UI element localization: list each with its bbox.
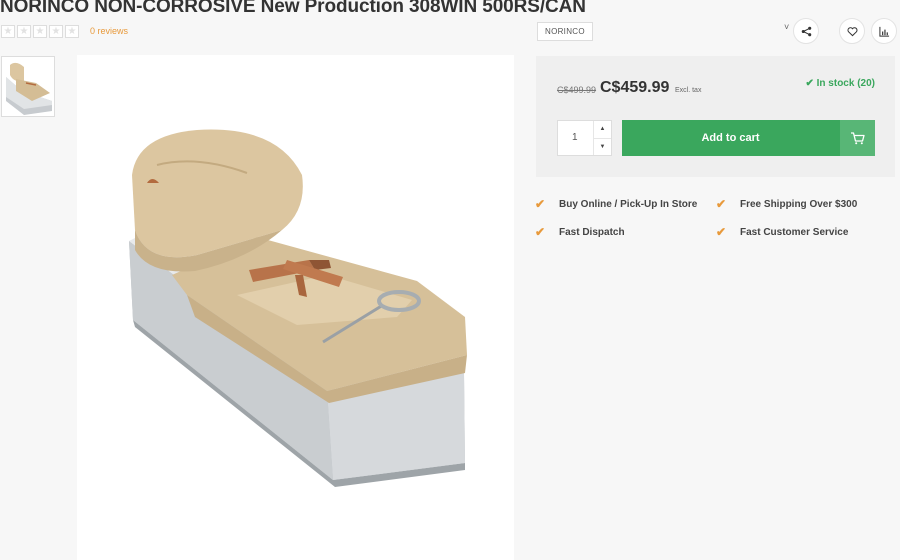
add-to-cart-button[interactable]: Add to cart <box>622 120 875 156</box>
quantity-stepper[interactable]: 1 ▲ ▼ <box>557 120 612 156</box>
stock-label: In stock (20) <box>816 78 875 89</box>
tax-note: Excl. tax <box>675 87 702 94</box>
star-icon: ★ <box>33 25 47 38</box>
usp-item: ✔ Fast Dispatch <box>535 225 625 239</box>
share-button[interactable] <box>793 18 819 44</box>
product-thumbnail[interactable] <box>1 56 55 117</box>
cart-icon <box>840 120 875 156</box>
star-icon: ★ <box>1 25 15 38</box>
rating-stars[interactable]: ★ ★ ★ ★ ★ <box>1 25 79 38</box>
stock-status: ✔ In stock (20) <box>805 78 875 89</box>
brand-badge[interactable]: NORINCO <box>537 22 593 41</box>
quantity-input[interactable]: 1 <box>572 132 578 143</box>
usp-label: Fast Dispatch <box>559 226 625 238</box>
ammo-can-image <box>77 55 514 560</box>
add-to-cart-label: Add to cart <box>701 132 760 144</box>
buy-box: C$499.99 C$459.99 Excl. tax ✔ In stock (… <box>536 56 895 177</box>
quantity-arrows: ▲ ▼ <box>593 121 611 155</box>
share-icon <box>801 26 811 36</box>
old-price: C$499.99 <box>557 85 597 95</box>
usp-label: Buy Online / Pick-Up In Store <box>559 198 698 210</box>
current-price: C$459.99 <box>600 79 670 96</box>
product-image[interactable] <box>77 55 514 560</box>
product-title: NORINCO NON-CORROSIVE New Production 308… <box>0 0 586 17</box>
decrement-icon[interactable]: ▼ <box>594 139 611 156</box>
bar-chart-icon <box>878 26 889 37</box>
ammo-can-thumbnail-image <box>2 57 54 116</box>
heart-icon <box>847 26 857 36</box>
chevron-down-icon[interactable]: ˅ <box>784 22 789 32</box>
wishlist-button[interactable] <box>839 18 865 44</box>
check-icon: ✔ <box>535 197 546 211</box>
compare-button[interactable] <box>871 18 897 44</box>
usp-label: Free Shipping Over $300 <box>740 198 858 210</box>
usp-item: ✔ Free Shipping Over $300 <box>716 197 857 211</box>
star-icon: ★ <box>17 25 31 38</box>
usp-label: Fast Customer Service <box>740 226 849 238</box>
star-icon: ★ <box>49 25 63 38</box>
check-icon: ✔ <box>716 225 727 239</box>
check-icon: ✔ <box>716 197 727 211</box>
check-icon: ✔ <box>535 225 546 239</box>
increment-icon[interactable]: ▲ <box>594 121 611 139</box>
usp-item: ✔ Fast Customer Service <box>716 225 848 239</box>
reviews-link[interactable]: 0 reviews <box>90 26 128 36</box>
check-icon: ✔ <box>805 78 817 89</box>
star-icon: ★ <box>65 25 79 38</box>
usp-item: ✔ Buy Online / Pick-Up In Store <box>535 197 697 211</box>
